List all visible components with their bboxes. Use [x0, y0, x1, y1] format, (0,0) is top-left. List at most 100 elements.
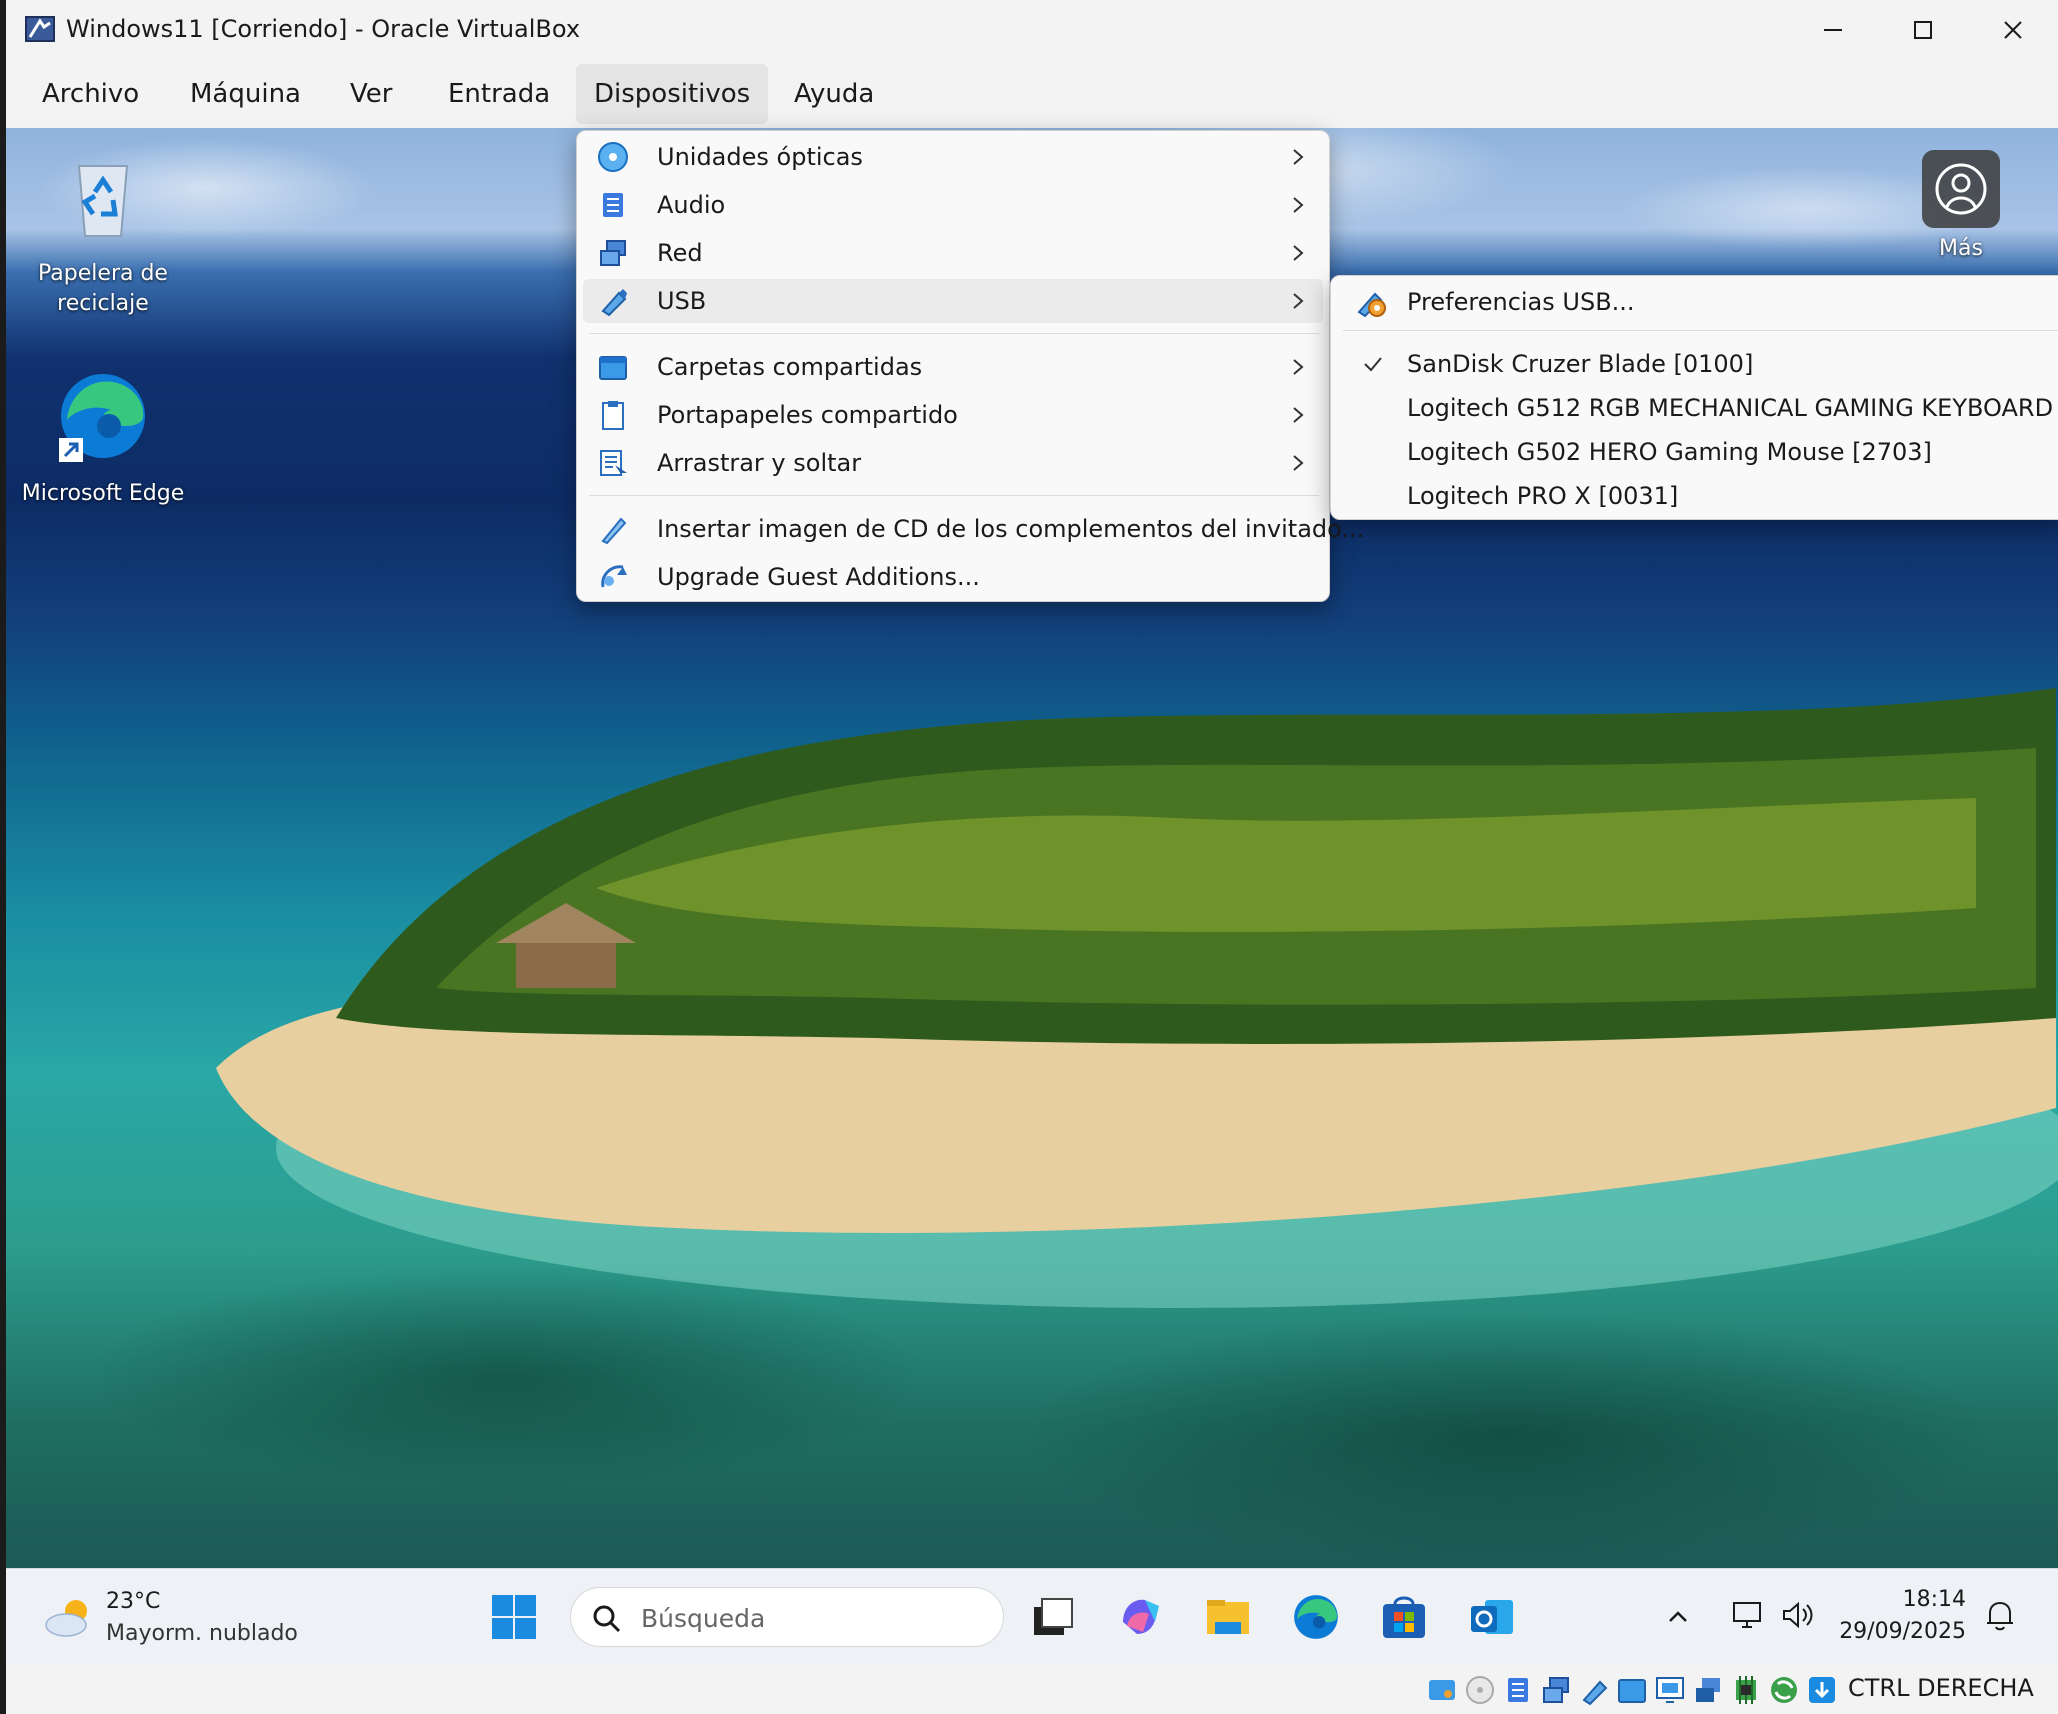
usb-device-label: Logitech PRO X [0031]	[1407, 482, 1679, 510]
network-icon[interactable]	[1540, 1674, 1572, 1706]
audio-icon[interactable]	[1502, 1674, 1534, 1706]
menu-item-label: Carpetas compartidas	[657, 353, 923, 381]
usb-icon[interactable]	[1578, 1674, 1610, 1706]
menu-item-usb[interactable]: USB	[583, 279, 1323, 323]
menu-item-label: Audio	[657, 191, 726, 219]
menu-item-label: Unidades ópticas	[657, 143, 863, 171]
menu-separator	[1343, 330, 2058, 331]
usb-device-item[interactable]: Logitech G512 RGB MECHANICAL GAMING KEYB…	[1337, 388, 2058, 428]
menu-separator	[589, 333, 1319, 334]
menu-item-label: Preferencias USB...	[1407, 288, 1635, 316]
usb-icon	[601, 289, 627, 317]
menu-item-usb-preferences[interactable]: Preferencias USB...	[1337, 282, 2058, 322]
start-icon	[492, 1595, 536, 1639]
usb-device-item[interactable]: Logitech PRO X [0031]	[1337, 476, 2058, 516]
learn-more-icon	[1935, 163, 1987, 215]
wallpaper-reef	[6, 1178, 2058, 1568]
menu-separator	[589, 495, 1319, 496]
network-icon[interactable]	[1728, 1595, 1768, 1635]
menu-item-label: Portapapeles compartido	[657, 401, 958, 429]
partly-cloudy-icon	[45, 1600, 87, 1637]
copilot-icon	[1123, 1599, 1159, 1634]
outlook-button[interactable]	[1462, 1587, 1522, 1647]
usb-device-label: SanDisk Cruzer Blade [0100]	[1407, 350, 1754, 378]
file-explorer-icon	[1207, 1600, 1249, 1634]
chevron-up-icon[interactable]	[1658, 1597, 1698, 1637]
guest-additions-cd-icon	[601, 517, 627, 545]
desktop-icon-edge[interactable]: Microsoft Edge	[18, 368, 188, 509]
menu-item-shared-clipboard[interactable]: Portapapeles compartido	[583, 393, 1323, 437]
usb-device-label: Logitech G502 HERO Gaming Mouse [2703]	[1407, 438, 1932, 466]
menu-item-optical-drives[interactable]: Unidades ópticas	[583, 135, 1323, 179]
menu-item-label: Arrastrar y soltar	[657, 449, 862, 477]
menu-item-drag-and-drop[interactable]: Arrastrar y soltar	[583, 441, 1323, 485]
usb-settings-icon	[1357, 292, 1386, 318]
display-icon[interactable]	[1654, 1674, 1686, 1706]
edge-icon	[1294, 1595, 1338, 1639]
desktop-icon-recycle-bin[interactable]: Papelera de reciclaje	[18, 148, 188, 319]
vm-status-bar: CTRL DERECHA	[6, 1664, 2058, 1714]
recording-icon[interactable]	[1692, 1674, 1724, 1706]
volume-icon[interactable]	[1778, 1595, 1818, 1635]
clipboard-icon	[602, 401, 624, 430]
host-key-icon[interactable]	[1806, 1674, 1838, 1706]
virtualbox-logo-icon	[25, 16, 55, 42]
task-view-icon	[1034, 1598, 1073, 1635]
clock-time[interactable]: 18:14	[1886, 1587, 1966, 1612]
learn-more-button[interactable]: Más	[1916, 150, 2006, 270]
usb-device-item[interactable]: Logitech G502 HERO Gaming Mouse [2703]	[1337, 432, 2058, 472]
chevron-right-icon	[1293, 149, 1304, 165]
close-button[interactable]	[1968, 0, 2058, 60]
menu-ayuda[interactable]: Ayuda	[776, 64, 892, 124]
menu-item-insert-guest-additions-cd[interactable]: Insertar imagen de CD de los complemento…	[583, 507, 1364, 551]
host-key-label: CTRL DERECHA	[1848, 1674, 2034, 1702]
menu-entrada[interactable]: Entrada	[430, 64, 568, 124]
optical-drive-icon[interactable]	[1464, 1674, 1496, 1706]
menu-archivo[interactable]: Archivo	[24, 64, 157, 124]
edge-icon	[59, 374, 145, 462]
menu-maquina[interactable]: Máquina	[172, 64, 319, 124]
search-icon	[593, 1605, 621, 1633]
bell-icon[interactable]	[1982, 1597, 2018, 1633]
virtualbox-window: Windows11 [Corriendo] - Oracle VirtualBo…	[6, 0, 2058, 1714]
menu-item-label: Red	[657, 239, 703, 267]
menu-item-label: Upgrade Guest Additions...	[657, 563, 980, 591]
chevron-right-icon	[1293, 293, 1304, 309]
menu-ver[interactable]: Ver	[332, 64, 410, 124]
usb-device-item[interactable]: SanDisk Cruzer Blade [0100]	[1337, 344, 2058, 384]
menu-dispositivos[interactable]: Dispositivos	[576, 64, 769, 124]
title-bar: Windows11 [Corriendo] - Oracle VirtualBo…	[6, 0, 2058, 60]
maximize-button[interactable]	[1878, 0, 1968, 60]
maximize-icon	[1914, 21, 1932, 39]
mouse-integration-icon[interactable]	[1768, 1674, 1800, 1706]
task-view-button[interactable]	[1022, 1587, 1082, 1647]
shared-folders-icon[interactable]	[1616, 1674, 1648, 1706]
devices-menu: Unidades ópticas Audio Red USB Carpetas …	[576, 130, 1364, 602]
shared-folder-icon	[599, 356, 627, 380]
store-icon	[1383, 1596, 1425, 1638]
weather-temperature: 23°C	[106, 1589, 161, 1614]
usb-device-label: Logitech G512 RGB MECHANICAL GAMING KEYB…	[1407, 394, 2058, 422]
menu-item-network[interactable]: Red	[583, 231, 1323, 275]
upgrade-icon	[601, 565, 627, 588]
copilot-button[interactable]	[1110, 1587, 1170, 1647]
minimize-button[interactable]	[1788, 0, 1878, 60]
hard-disk-icon[interactable]	[1426, 1674, 1458, 1706]
store-button[interactable]	[1374, 1587, 1434, 1647]
start-button[interactable]	[484, 1587, 544, 1647]
cpu-icon[interactable]	[1730, 1674, 1762, 1706]
chevron-right-icon	[1293, 455, 1304, 471]
menu-item-upgrade-guest-additions[interactable]: Upgrade Guest Additions...	[583, 555, 1323, 599]
menu-item-audio[interactable]: Audio	[583, 183, 1323, 227]
search-input[interactable]: Búsqueda	[570, 1587, 1004, 1647]
menu-item-shared-folders[interactable]: Carpetas compartidas	[583, 345, 1323, 389]
checkmark-icon	[1364, 357, 1382, 372]
guest-taskbar: 23°C Mayorm. nublado Búsqueda 18:14 29/0…	[6, 1568, 2058, 1664]
clock-date[interactable]: 29/09/2025	[1826, 1619, 1966, 1644]
edge-taskbar-button[interactable]	[1286, 1587, 1346, 1647]
desktop-icon-label: Microsoft Edge	[21, 481, 185, 506]
audio-icon	[603, 193, 623, 217]
search-placeholder: Búsqueda	[641, 1604, 766, 1633]
menu-item-label: Insertar imagen de CD de los complemento…	[657, 515, 1365, 543]
file-explorer-button[interactable]	[1198, 1587, 1258, 1647]
